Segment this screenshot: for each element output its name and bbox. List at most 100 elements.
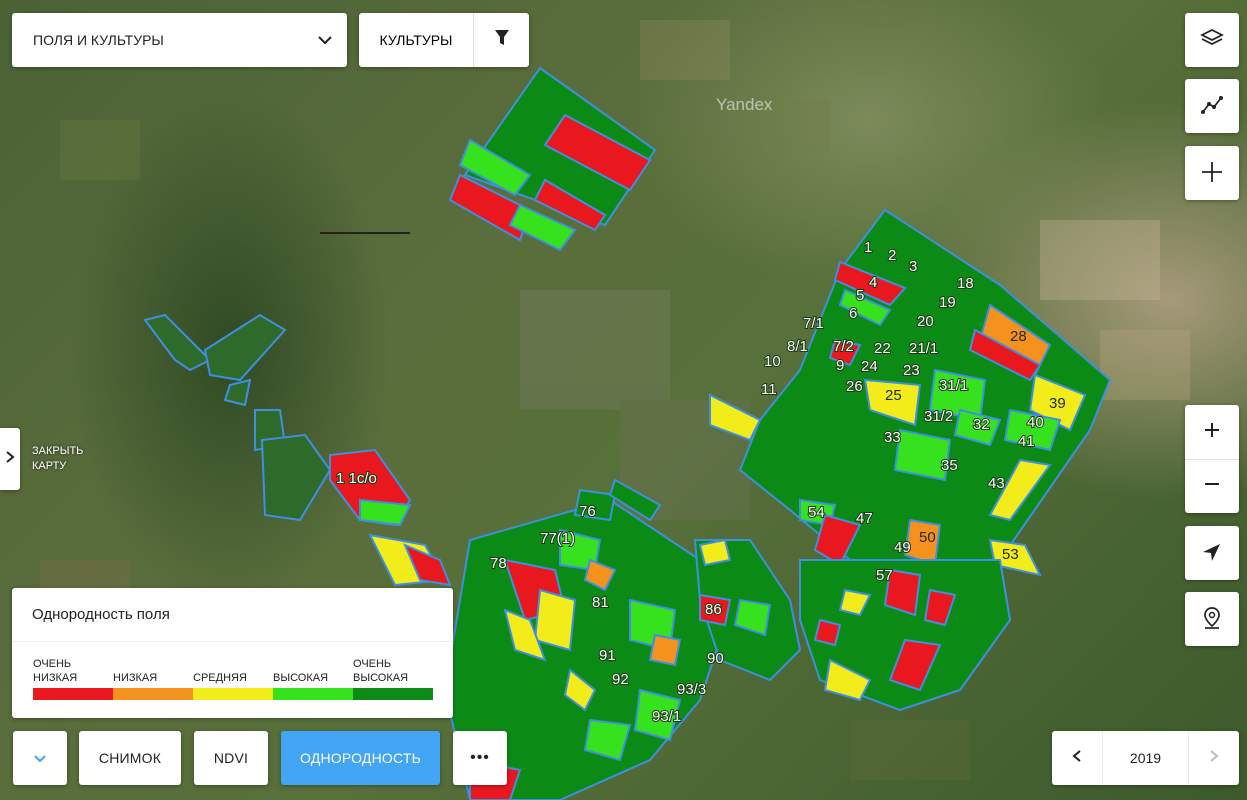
uniformity-label: ОДНОРОДНОСТЬ — [300, 750, 421, 766]
location-pin-button[interactable] — [1185, 592, 1239, 646]
field-label: 49 — [894, 539, 911, 556]
legend-label-line: НИЗКАЯ — [33, 672, 78, 684]
layers-button[interactable] — [1185, 13, 1239, 67]
field-label: 28 — [1010, 328, 1027, 345]
field-label: 57 — [876, 567, 893, 584]
field-label: 31/2 — [924, 408, 953, 425]
legend-label-line: ОЧЕНЬ — [33, 658, 72, 670]
chevron-left-icon — [1072, 749, 1082, 768]
field-label: 90 — [707, 650, 724, 667]
ndvi-label: NDVI — [213, 750, 249, 766]
zoom-controls — [1185, 405, 1239, 513]
field-label: 3 — [909, 258, 917, 275]
legend-item-medium: СРЕДНЯЯ — [193, 657, 273, 700]
field-label: 76 — [579, 503, 596, 520]
close-map-line: ЗАКРЫТЬ — [32, 445, 84, 457]
navigation-arrow-icon — [1201, 541, 1223, 566]
field-label: 2 — [888, 247, 896, 264]
close-map-toggle[interactable] — [0, 428, 20, 490]
line-chart-icon — [1200, 93, 1224, 120]
field-label: 20 — [917, 313, 934, 330]
legend-item-label: СРЕДНЯЯ — [193, 657, 273, 685]
more-options-button[interactable]: ••• — [453, 731, 507, 785]
field-label: 54 — [808, 504, 825, 521]
legend-label-line: НИЗКАЯ — [113, 672, 158, 684]
geolocation-button[interactable] — [1185, 526, 1239, 580]
snapshot-button[interactable]: СНИМОК — [79, 731, 181, 785]
ndvi-button[interactable]: NDVI — [194, 731, 268, 785]
field-label: 6 — [849, 305, 857, 322]
legend-item-label: ВЫСОКАЯ — [273, 657, 353, 685]
field-label: 1 1с/о — [336, 470, 377, 487]
zoom-in-button[interactable] — [1185, 405, 1239, 460]
field-label: 7/2 — [833, 338, 854, 355]
field-label: 9 — [836, 357, 844, 374]
field-label: 23 — [903, 362, 920, 379]
chevron-down-icon — [33, 750, 47, 766]
crops-label: КУЛЬТУРЫ — [379, 32, 453, 48]
uniformity-legend: Однородность поля ОЧЕНЬ НИЗКАЯ НИЗКАЯ СРЕ… — [12, 588, 453, 718]
field-label: 39 — [1049, 395, 1066, 412]
field-label: 41 — [1018, 433, 1035, 450]
field-label: 47 — [856, 510, 873, 527]
legend-item-label: ОЧЕНЬ НИЗКАЯ — [33, 657, 113, 685]
map-watermark: Yandex — [716, 95, 773, 114]
legend-label-line: ВЫСОКАЯ — [273, 672, 329, 684]
previous-year-button[interactable] — [1052, 731, 1102, 785]
field-group-west[interactable] — [143, 313, 332, 522]
legend-color-bar — [113, 688, 193, 700]
legend-color-bar — [273, 688, 353, 700]
map-pin-icon — [1201, 606, 1223, 633]
field-label: 11 — [761, 381, 777, 398]
crops-filter-panel[interactable]: КУЛЬТУРЫ — [359, 13, 529, 67]
collapse-button[interactable] — [13, 731, 67, 785]
legend-item-high: ВЫСОКАЯ — [273, 657, 353, 700]
legend-label-line: СРЕДНЯЯ — [193, 672, 247, 684]
close-map-label[interactable]: ЗАКРЫТЬ КАРТУ — [32, 444, 83, 474]
field-label: 8/1 — [787, 338, 808, 355]
crops-button[interactable]: КУЛЬТУРЫ — [359, 13, 473, 67]
zoom-out-icon — [1203, 472, 1221, 500]
add-field-button[interactable] — [1185, 146, 1239, 200]
layers-icon — [1200, 27, 1224, 54]
field-label: 5 — [856, 287, 864, 304]
field-label: 53 — [1002, 546, 1019, 563]
legend-item-label: ОЧЕНЬ ВЫСОКАЯ — [353, 657, 433, 685]
filter-button[interactable] — [473, 13, 529, 67]
field-label: 7/1 — [803, 315, 824, 332]
field-label: 86 — [705, 601, 722, 618]
field-label: 81 — [592, 594, 609, 611]
field-group-north[interactable] — [448, 66, 657, 252]
field-label: 50 — [919, 529, 936, 546]
field-label: 24 — [861, 358, 878, 375]
fields-select-label: ПОЛЯ И КУЛЬТУРЫ — [33, 32, 164, 48]
field-label: 4 — [869, 274, 877, 291]
chart-button[interactable] — [1185, 79, 1239, 133]
field-label: 92 — [612, 671, 629, 688]
field-label: 19 — [939, 294, 956, 311]
field-label: 18 — [957, 275, 974, 292]
legend-color-bar — [33, 688, 113, 700]
uniformity-button[interactable]: ОДНОРОДНОСТЬ — [281, 731, 440, 785]
more-dots-icon: ••• — [470, 749, 490, 766]
field-label: 91 — [599, 647, 616, 664]
legend-item-label: НИЗКАЯ — [113, 657, 193, 685]
field-label: 35 — [941, 457, 958, 474]
zoom-out-button[interactable] — [1185, 460, 1239, 514]
field-label: 1 — [864, 239, 872, 256]
field-label: 93/3 — [677, 681, 706, 698]
filter-icon — [494, 29, 510, 52]
chevron-right-icon — [1209, 749, 1219, 768]
plus-icon — [1200, 160, 1224, 187]
legend-label-line: ВЫСОКАЯ — [353, 672, 409, 684]
field-label: 31/1 — [939, 377, 968, 394]
fields-and-crops-select[interactable]: ПОЛЯ И КУЛЬТУРЫ — [12, 13, 347, 67]
chevron-down-icon — [317, 32, 333, 48]
legend-scale: ОЧЕНЬ НИЗКАЯ НИЗКАЯ СРЕДНЯЯ ВЫСОКАЯ ОЧЕНЬ… — [12, 642, 453, 718]
year-navigator: 2019 — [1052, 731, 1239, 785]
field-label: 10 — [764, 353, 781, 370]
field-label: 32 — [973, 416, 990, 433]
field-label: 33 — [884, 429, 901, 446]
legend-color-bar — [353, 688, 433, 700]
next-year-button[interactable] — [1189, 731, 1239, 785]
